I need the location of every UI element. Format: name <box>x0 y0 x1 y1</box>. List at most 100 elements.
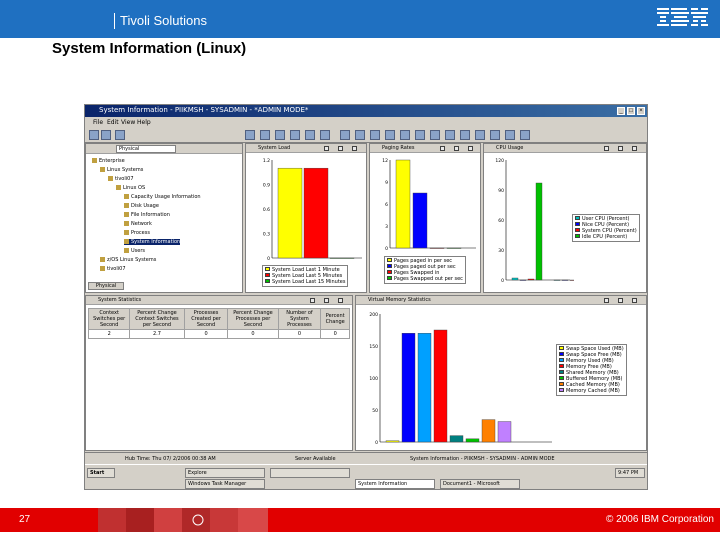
minimize-button[interactable]: _ <box>617 107 625 115</box>
legend-label: System Load Last 15 Minutes <box>272 279 346 285</box>
tree-node[interactable]: Users <box>124 248 145 254</box>
y-tick-label: 0 <box>375 440 378 446</box>
tree-node[interactable]: Linux OS <box>116 185 145 191</box>
situation-editor-icon[interactable] <box>490 130 500 140</box>
tree-node[interactable]: File Information <box>124 212 170 218</box>
stop-icon[interactable] <box>305 130 315 140</box>
pane-close-icon[interactable] <box>352 146 357 151</box>
pane-close-icon[interactable] <box>632 298 637 303</box>
task-document[interactable]: Document1 - Microsoft <box>440 479 520 489</box>
folder-icon <box>116 185 121 190</box>
menu-view[interactable]: View <box>121 119 135 126</box>
home-icon[interactable] <box>115 130 125 140</box>
y-tick-label: 120 <box>495 158 504 164</box>
chart-bar <box>553 279 561 281</box>
refresh-icon[interactable] <box>290 130 300 140</box>
folder-icon <box>124 248 129 253</box>
workspace-icon[interactable] <box>245 130 255 140</box>
legend-swatch <box>575 228 580 232</box>
tree-node[interactable]: tivoli07 <box>108 176 134 182</box>
column-header[interactable]: Percent Change <box>320 308 350 330</box>
pane-split-icon[interactable] <box>324 298 329 303</box>
page-title: System Information (Linux) <box>52 40 247 57</box>
chart-bar <box>511 277 519 281</box>
tree-node[interactable]: Network <box>124 221 152 227</box>
query-editor-icon[interactable] <box>505 130 515 140</box>
task-manager[interactable]: Windows Task Manager <box>185 479 265 489</box>
pane-split-icon[interactable] <box>618 146 623 151</box>
close-button[interactable]: × <box>637 107 645 115</box>
tree-node[interactable]: tivoli07 <box>100 266 126 272</box>
menu-help[interactable]: Help <box>137 119 151 126</box>
chart-bar <box>481 419 496 443</box>
pane-split-icon[interactable] <box>338 146 343 151</box>
legend-swatch <box>559 346 564 350</box>
notepad-icon[interactable] <box>415 130 425 140</box>
cpu-usage-label: CPU Usage <box>496 145 524 151</box>
column-header[interactable]: Percent Change Context Switches per Seco… <box>129 308 185 330</box>
pane-link-icon[interactable] <box>604 298 609 303</box>
chart-bar <box>449 435 464 443</box>
task-explore[interactable]: Explore <box>185 468 265 478</box>
task-blank[interactable] <box>270 468 350 478</box>
save-icon[interactable] <box>260 130 270 140</box>
graphic-view-icon[interactable] <box>445 130 455 140</box>
legend-swatch <box>559 376 564 380</box>
tree-node[interactable]: z/OS Linux Systems <box>100 257 156 263</box>
y-tick-label: 150 <box>369 344 378 350</box>
pane-split-icon[interactable] <box>454 146 459 151</box>
copyright: © 2006 IBM Corporation <box>606 514 714 525</box>
back-icon[interactable] <box>89 130 99 140</box>
tree-node[interactable]: Enterprise <box>92 158 125 164</box>
legend-swatch <box>575 216 580 220</box>
terminal-icon[interactable] <box>475 130 485 140</box>
pane-link-icon[interactable] <box>310 298 315 303</box>
maximize-button[interactable]: □ <box>627 107 635 115</box>
gauge-icon[interactable] <box>400 130 410 140</box>
browser-icon[interactable] <box>460 130 470 140</box>
pane-close-icon[interactable] <box>338 298 343 303</box>
navigator-view-select[interactable]: Physical <box>116 145 176 153</box>
task-system-information[interactable]: System Information <box>355 479 435 489</box>
tree-node[interactable]: Process <box>124 230 150 236</box>
legend-entry: Pages Swapped out per sec <box>387 276 463 282</box>
column-header[interactable]: Processes Created per Second <box>183 308 229 330</box>
tree-node-label: Process <box>131 230 150 236</box>
navigator-tab-physical[interactable]: Physical <box>88 282 124 290</box>
plot-chart-icon[interactable] <box>385 130 395 140</box>
pane-link-icon[interactable] <box>604 146 609 151</box>
cpu-usage-legend: User CPU (Percent) Nice CPU (Percent) Syst… <box>572 214 640 242</box>
folder-icon <box>124 239 129 244</box>
pane-link-icon[interactable] <box>440 146 445 151</box>
pane-split-icon[interactable] <box>618 298 623 303</box>
system-load-header: System Load <box>246 144 366 153</box>
menu-file[interactable]: File <box>93 119 103 126</box>
pane-close-icon[interactable] <box>632 146 637 151</box>
bar-chart-icon[interactable] <box>370 130 380 140</box>
history-icon[interactable] <box>520 130 530 140</box>
forward-icon[interactable] <box>101 130 111 140</box>
column-header[interactable]: Context Switches per Second <box>87 308 131 330</box>
tree-node[interactable]: Capacity Usage Information <box>124 194 201 200</box>
print-icon[interactable] <box>275 130 285 140</box>
event-console-icon[interactable] <box>430 130 440 140</box>
tree-node[interactable]: Disk Usage <box>124 203 159 209</box>
legend-swatch <box>265 279 270 283</box>
pane-close-icon[interactable] <box>468 146 473 151</box>
start-button[interactable]: Start <box>87 468 115 478</box>
tree-node[interactable]: Linux Systems <box>100 167 143 173</box>
column-header[interactable]: Number of System Processes <box>277 308 322 330</box>
system-load-chart: 0 0.3 0.6 0.9 1.2 <box>263 158 362 262</box>
paging-rates-chart: 0 3 6 9 12 <box>382 158 476 252</box>
folder-icon <box>124 203 129 208</box>
legend-swatch <box>387 270 392 274</box>
tree-node[interactable]: System Information <box>124 239 181 245</box>
y-tick-label: 50 <box>372 408 378 414</box>
pie-chart-icon[interactable] <box>355 130 365 140</box>
table-view-icon[interactable] <box>340 130 350 140</box>
pane-link-icon[interactable] <box>324 146 329 151</box>
column-header[interactable]: Percent Change Processes per Second <box>227 308 279 330</box>
split-icon[interactable] <box>320 130 330 140</box>
y-tick-label: 6 <box>385 202 388 208</box>
menu-edit[interactable]: Edit <box>107 119 119 126</box>
